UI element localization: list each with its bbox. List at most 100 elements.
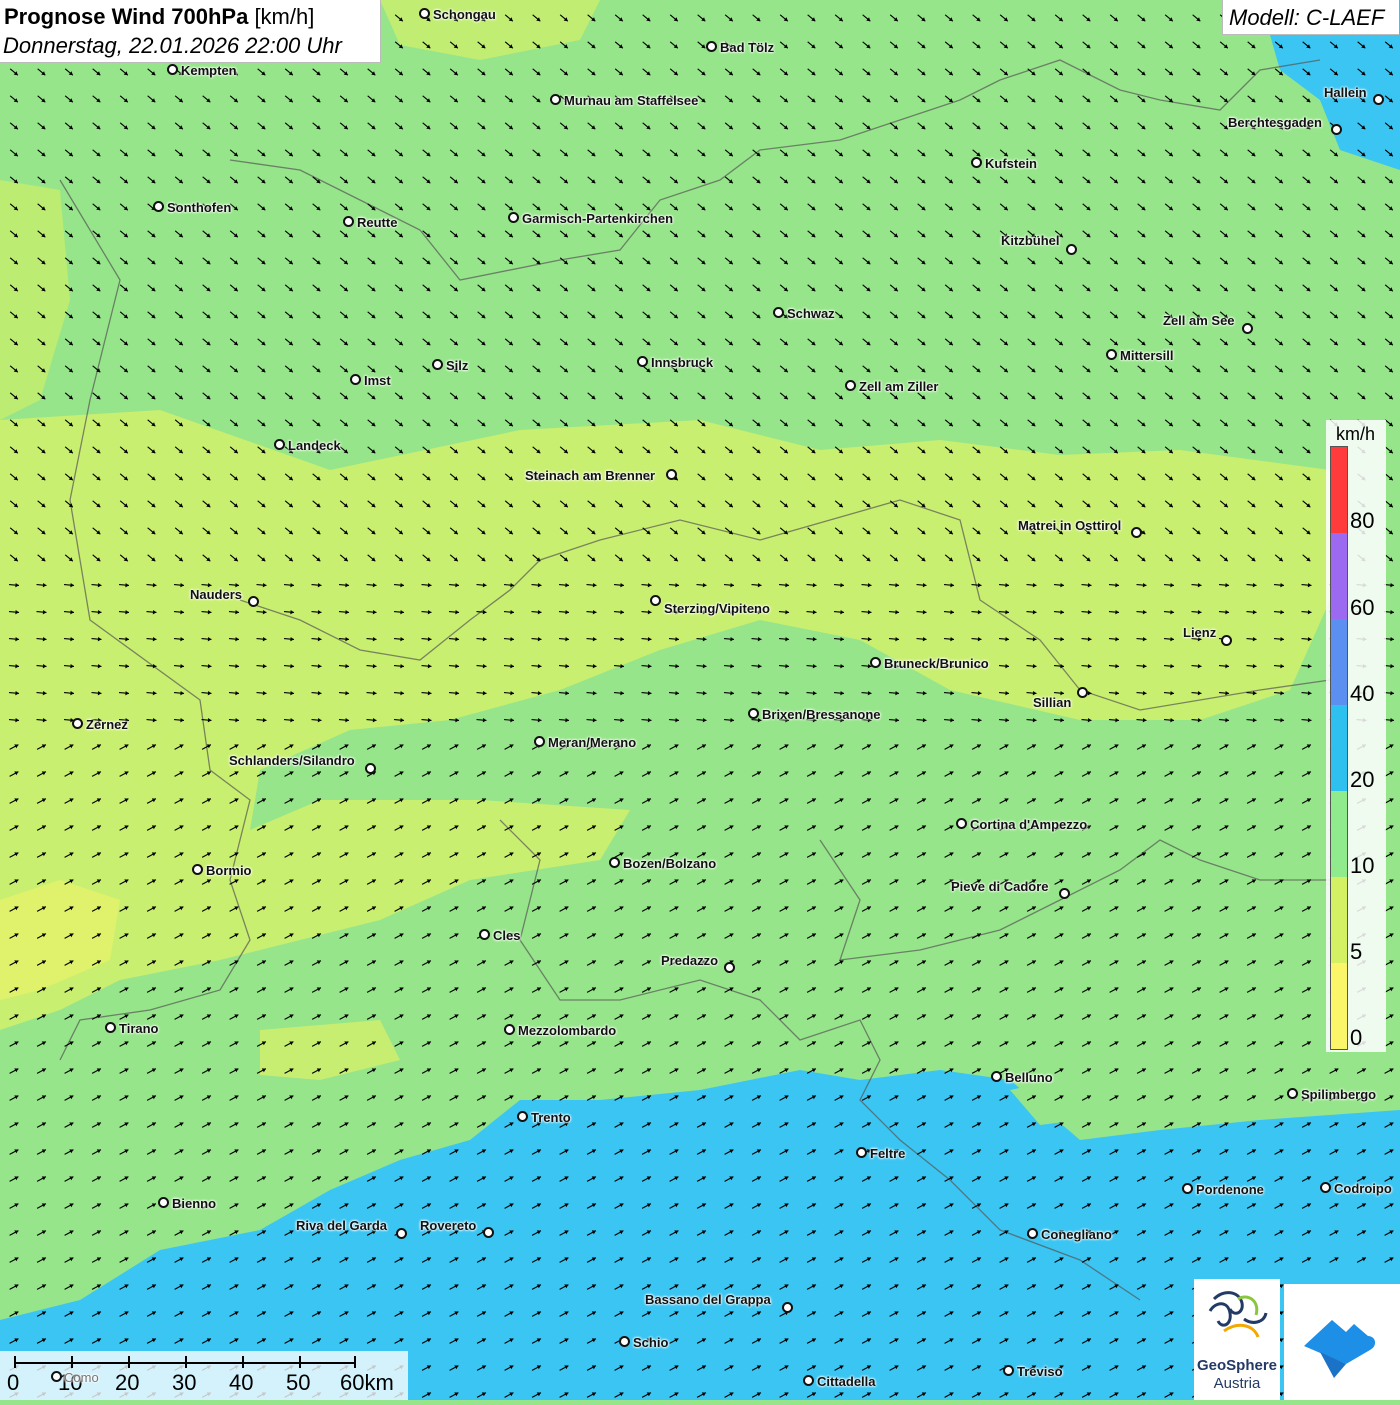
- city-label: Berchtesgaden: [1228, 115, 1322, 130]
- city-label: Kitzbühel: [1001, 233, 1060, 248]
- city-marker: [609, 857, 620, 868]
- city-marker: [167, 64, 178, 75]
- legend-tick-40: 40: [1350, 681, 1374, 707]
- legend-color-segment: [1331, 705, 1347, 791]
- city-marker: [706, 41, 717, 52]
- city-marker: [550, 94, 561, 105]
- city-marker: [956, 818, 967, 829]
- city-label: Brixen/Bressanone: [762, 707, 881, 722]
- city-label: Hallein: [1324, 85, 1367, 100]
- city-label: Zernez: [86, 717, 128, 732]
- city-marker: [1221, 635, 1232, 646]
- city-marker: [1373, 94, 1384, 105]
- legend-color-segment: [1331, 877, 1347, 963]
- city-marker: [350, 374, 361, 385]
- weather-app-logo[interactable]: [1284, 1284, 1400, 1400]
- city-label: Schongau: [433, 7, 496, 22]
- legend-tick-80: 80: [1350, 508, 1374, 534]
- city-label: Sonthofen: [167, 200, 231, 215]
- city-marker: [637, 356, 648, 367]
- city-marker: [274, 439, 285, 450]
- city-marker: [1066, 244, 1077, 255]
- scale-label-20: 20: [115, 1370, 139, 1396]
- scale-label-40: 40: [229, 1370, 253, 1396]
- title-unit: [km/h]: [254, 4, 314, 29]
- city-marker: [870, 657, 881, 668]
- legend-color-segment: [1331, 619, 1347, 705]
- city-label: Landeck: [288, 438, 341, 453]
- city-label: Spilimbergo: [1301, 1087, 1376, 1102]
- city-label: Kempten: [181, 63, 237, 78]
- legend-tick-20: 20: [1350, 767, 1374, 793]
- model-box: Modell: C-LAEF: [1222, 0, 1399, 35]
- legend-unit: km/h: [1336, 424, 1375, 445]
- city-label: Cortina d'Ampezzo: [970, 817, 1087, 832]
- geosphere-logo[interactable]: GeoSphere Austria: [1194, 1279, 1280, 1400]
- city-label: Treviso: [1017, 1364, 1063, 1379]
- city-label: Como: [64, 1370, 99, 1385]
- city-label: Cles: [493, 928, 520, 943]
- city-label: Codroipo: [1334, 1181, 1392, 1196]
- city-marker: [1131, 527, 1142, 538]
- city-marker: [1077, 687, 1088, 698]
- city-marker: [1003, 1365, 1014, 1376]
- city-label: Tirano: [119, 1021, 159, 1036]
- legend-tick-5: 5: [1350, 939, 1362, 965]
- city-label: Bad Tölz: [720, 40, 774, 55]
- city-label: Bormio: [206, 863, 252, 878]
- city-marker: [845, 380, 856, 391]
- city-label: Schlanders/Silandro: [229, 753, 355, 768]
- city-marker: [619, 1336, 630, 1347]
- city-marker: [1182, 1183, 1193, 1194]
- city-label: Mezzolombardo: [518, 1023, 616, 1038]
- city-marker: [419, 8, 430, 19]
- city-marker: [782, 1302, 793, 1313]
- city-label: Meran/Merano: [548, 735, 636, 750]
- city-label: Nauders: [190, 587, 242, 602]
- legend-tick-0: 0: [1350, 1025, 1362, 1051]
- city-label: Bassano del Grappa: [645, 1292, 771, 1307]
- city-marker: [534, 736, 545, 747]
- city-label: Conegliano: [1041, 1227, 1112, 1242]
- city-label: Bruneck/Brunico: [884, 656, 989, 671]
- city-marker: [724, 962, 735, 973]
- cloud-arrow-icon: [1284, 1284, 1400, 1400]
- scale-tick: [71, 1356, 73, 1368]
- map-title: Prognose Wind 700hPa [km/h]: [4, 4, 314, 30]
- city-label: Predazzo: [661, 953, 718, 968]
- city-marker: [192, 864, 203, 875]
- city-label: Bienno: [172, 1196, 216, 1211]
- city-marker: [748, 708, 759, 719]
- city-marker: [650, 595, 661, 606]
- city-label: Reutte: [357, 215, 397, 230]
- city-marker: [1059, 888, 1070, 899]
- city-label: Garmisch-Partenkirchen: [522, 211, 673, 226]
- geosphere-swirl-icon: [1194, 1279, 1280, 1359]
- legend-tick-10: 10: [1350, 853, 1374, 879]
- city-label: Bozen/Bolzano: [623, 856, 716, 871]
- model-label: Modell: C-LAEF: [1229, 5, 1384, 31]
- city-label: Belluno: [1005, 1070, 1053, 1085]
- city-label: Sterzing/Vipiteno: [664, 601, 770, 616]
- city-marker: [517, 1111, 528, 1122]
- city-marker: [248, 596, 259, 607]
- city-label: Trento: [531, 1110, 571, 1125]
- city-label: Pordenone: [1196, 1182, 1264, 1197]
- scale-label-50: 50: [286, 1370, 310, 1396]
- legend-color-segment: [1331, 533, 1347, 619]
- city-marker: [343, 216, 354, 227]
- city-label: Schio: [633, 1335, 668, 1350]
- city-label: Steinach am Brenner: [525, 468, 655, 483]
- forecast-datetime: Donnerstag, 22.01.2026 22:00 Uhr: [3, 33, 342, 59]
- scale-label-30: 30: [172, 1370, 196, 1396]
- city-marker: [1320, 1182, 1331, 1193]
- city-label: Mittersill: [1120, 348, 1173, 363]
- city-label: Sillian: [1033, 695, 1071, 710]
- city-label: Lienz: [1183, 625, 1216, 640]
- city-marker: [483, 1227, 494, 1238]
- legend-color-segment: [1331, 791, 1347, 877]
- city-marker: [856, 1147, 867, 1158]
- city-marker: [803, 1375, 814, 1386]
- city-label: Imst: [364, 373, 391, 388]
- legend-color-segment: [1331, 963, 1347, 1049]
